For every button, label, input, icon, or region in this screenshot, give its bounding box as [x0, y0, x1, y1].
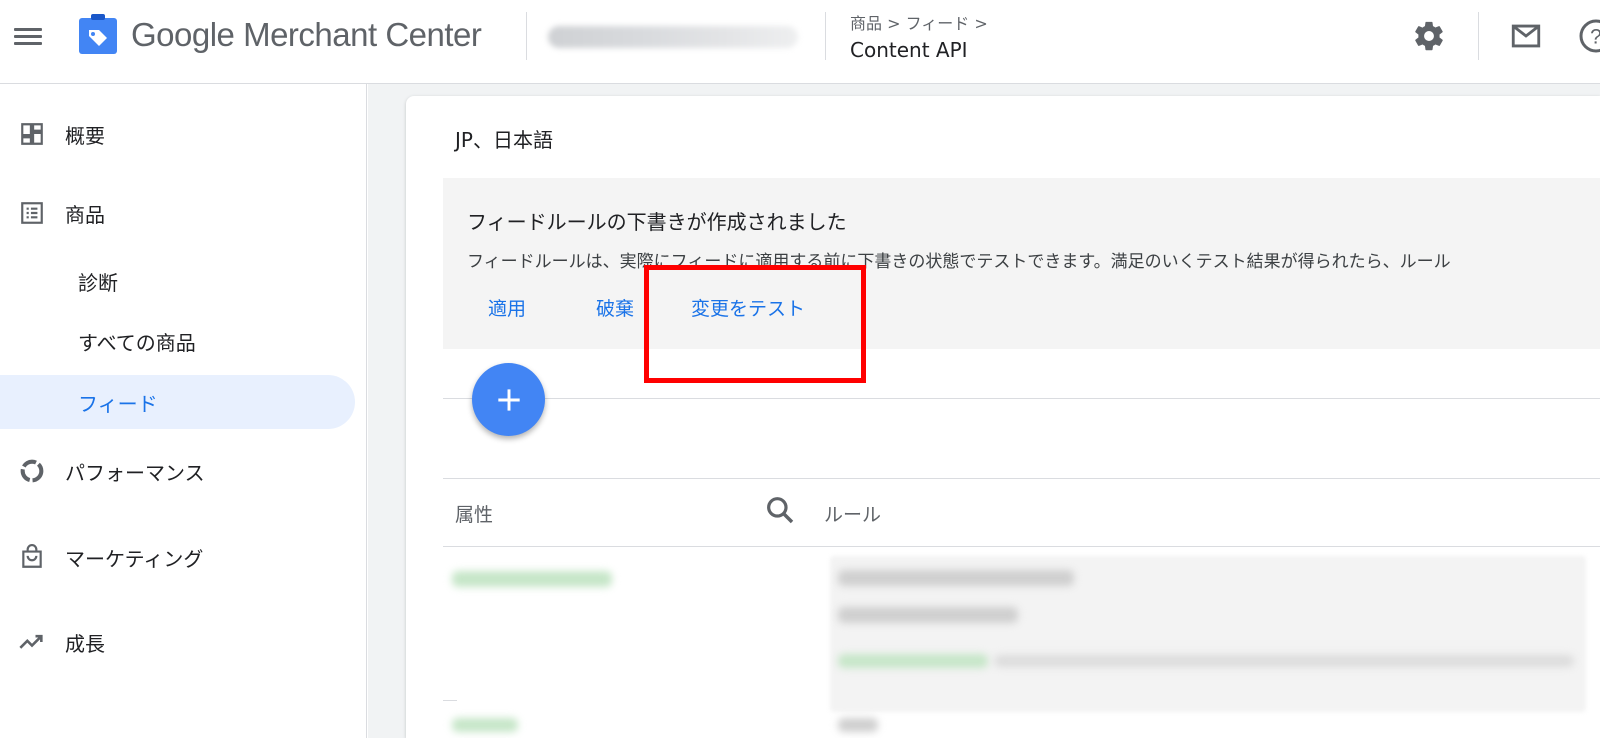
- divider: [443, 546, 1600, 547]
- dashboard-icon: [18, 120, 46, 148]
- sidebar-item-label: マーケティング: [65, 546, 204, 571]
- donut-chart-icon: [18, 457, 46, 485]
- sidebar-item-products[interactable]: 商品: [0, 186, 355, 240]
- sidebar-item-label: 商品: [65, 202, 105, 227]
- column-header-attribute[interactable]: 属性: [455, 500, 493, 527]
- rule-line: [838, 607, 1018, 623]
- list-icon: [18, 199, 46, 227]
- sidebar-item-label: フィード: [78, 391, 158, 416]
- rule-line: [838, 654, 988, 668]
- divider: [443, 478, 1600, 479]
- sidebar-item-label: パフォーマンス: [65, 460, 205, 485]
- rule-line: [838, 718, 878, 732]
- column-header-rule[interactable]: ルール: [824, 500, 881, 527]
- sidebar-item-label: 診断: [78, 270, 118, 295]
- sidebar-item-feeds[interactable]: フィード: [0, 375, 355, 429]
- feed-target-title: JP、日本語: [455, 128, 553, 152]
- rule-line: [838, 570, 1074, 586]
- sidebar-item-growth[interactable]: 成長: [0, 615, 355, 669]
- banner-description: フィードルールは、実際にフィードに適用する前に下書きの状態でテストできます。満足…: [467, 252, 1451, 272]
- divider: [526, 12, 527, 60]
- brand-name: Merchant Center: [234, 16, 482, 53]
- apply-button[interactable]: 適用: [488, 294, 526, 321]
- sidebar-item-all-products[interactable]: すべての商品: [0, 314, 355, 368]
- breadcrumb[interactable]: 商品 > フィード >: [850, 10, 988, 34]
- svg-text:?: ?: [1590, 26, 1600, 49]
- sidebar-item-label: すべての商品: [78, 330, 196, 355]
- account-selector[interactable]: [548, 26, 798, 48]
- sidebar-item-marketing[interactable]: マーケティング: [0, 530, 355, 584]
- sidebar-item-label: 成長: [65, 631, 105, 656]
- mail-icon[interactable]: [1508, 18, 1544, 54]
- search-icon[interactable]: [764, 494, 796, 526]
- sidebar-item-performance[interactable]: パフォーマンス: [0, 444, 355, 498]
- table-row[interactable]: [452, 571, 612, 587]
- top-app-bar: Google Merchant Center 商品 > フィード > Conte…: [0, 0, 1600, 84]
- settings-gear-icon[interactable]: [1411, 18, 1447, 54]
- divider: [443, 398, 1600, 399]
- discard-button[interactable]: 破棄: [596, 294, 634, 321]
- sidebar-item-overview[interactable]: 概要: [0, 107, 355, 161]
- app-brand: Google Merchant Center: [131, 16, 482, 54]
- page-title: Content API: [850, 38, 968, 62]
- table-row[interactable]: [452, 718, 518, 732]
- sidebar-item-diagnostics[interactable]: 診断: [0, 254, 355, 308]
- plus-icon: [497, 388, 520, 411]
- divider: [1478, 12, 1479, 60]
- rule-line: [994, 655, 1574, 667]
- trending-up-icon: [18, 628, 46, 656]
- merchant-center-logo: [79, 14, 117, 54]
- divider: [443, 700, 457, 701]
- add-rule-button[interactable]: [472, 363, 545, 436]
- brand-google: Google: [131, 16, 235, 53]
- test-changes-button[interactable]: 変更をテスト: [691, 294, 805, 321]
- main-menu-icon[interactable]: [14, 24, 44, 48]
- help-icon[interactable]: ?: [1578, 18, 1600, 54]
- divider: [825, 12, 826, 60]
- sidebar-item-label: 概要: [65, 123, 105, 148]
- banner-title: フィードルールの下書きが作成されました: [467, 210, 847, 234]
- shopping-bag-icon: [18, 543, 46, 571]
